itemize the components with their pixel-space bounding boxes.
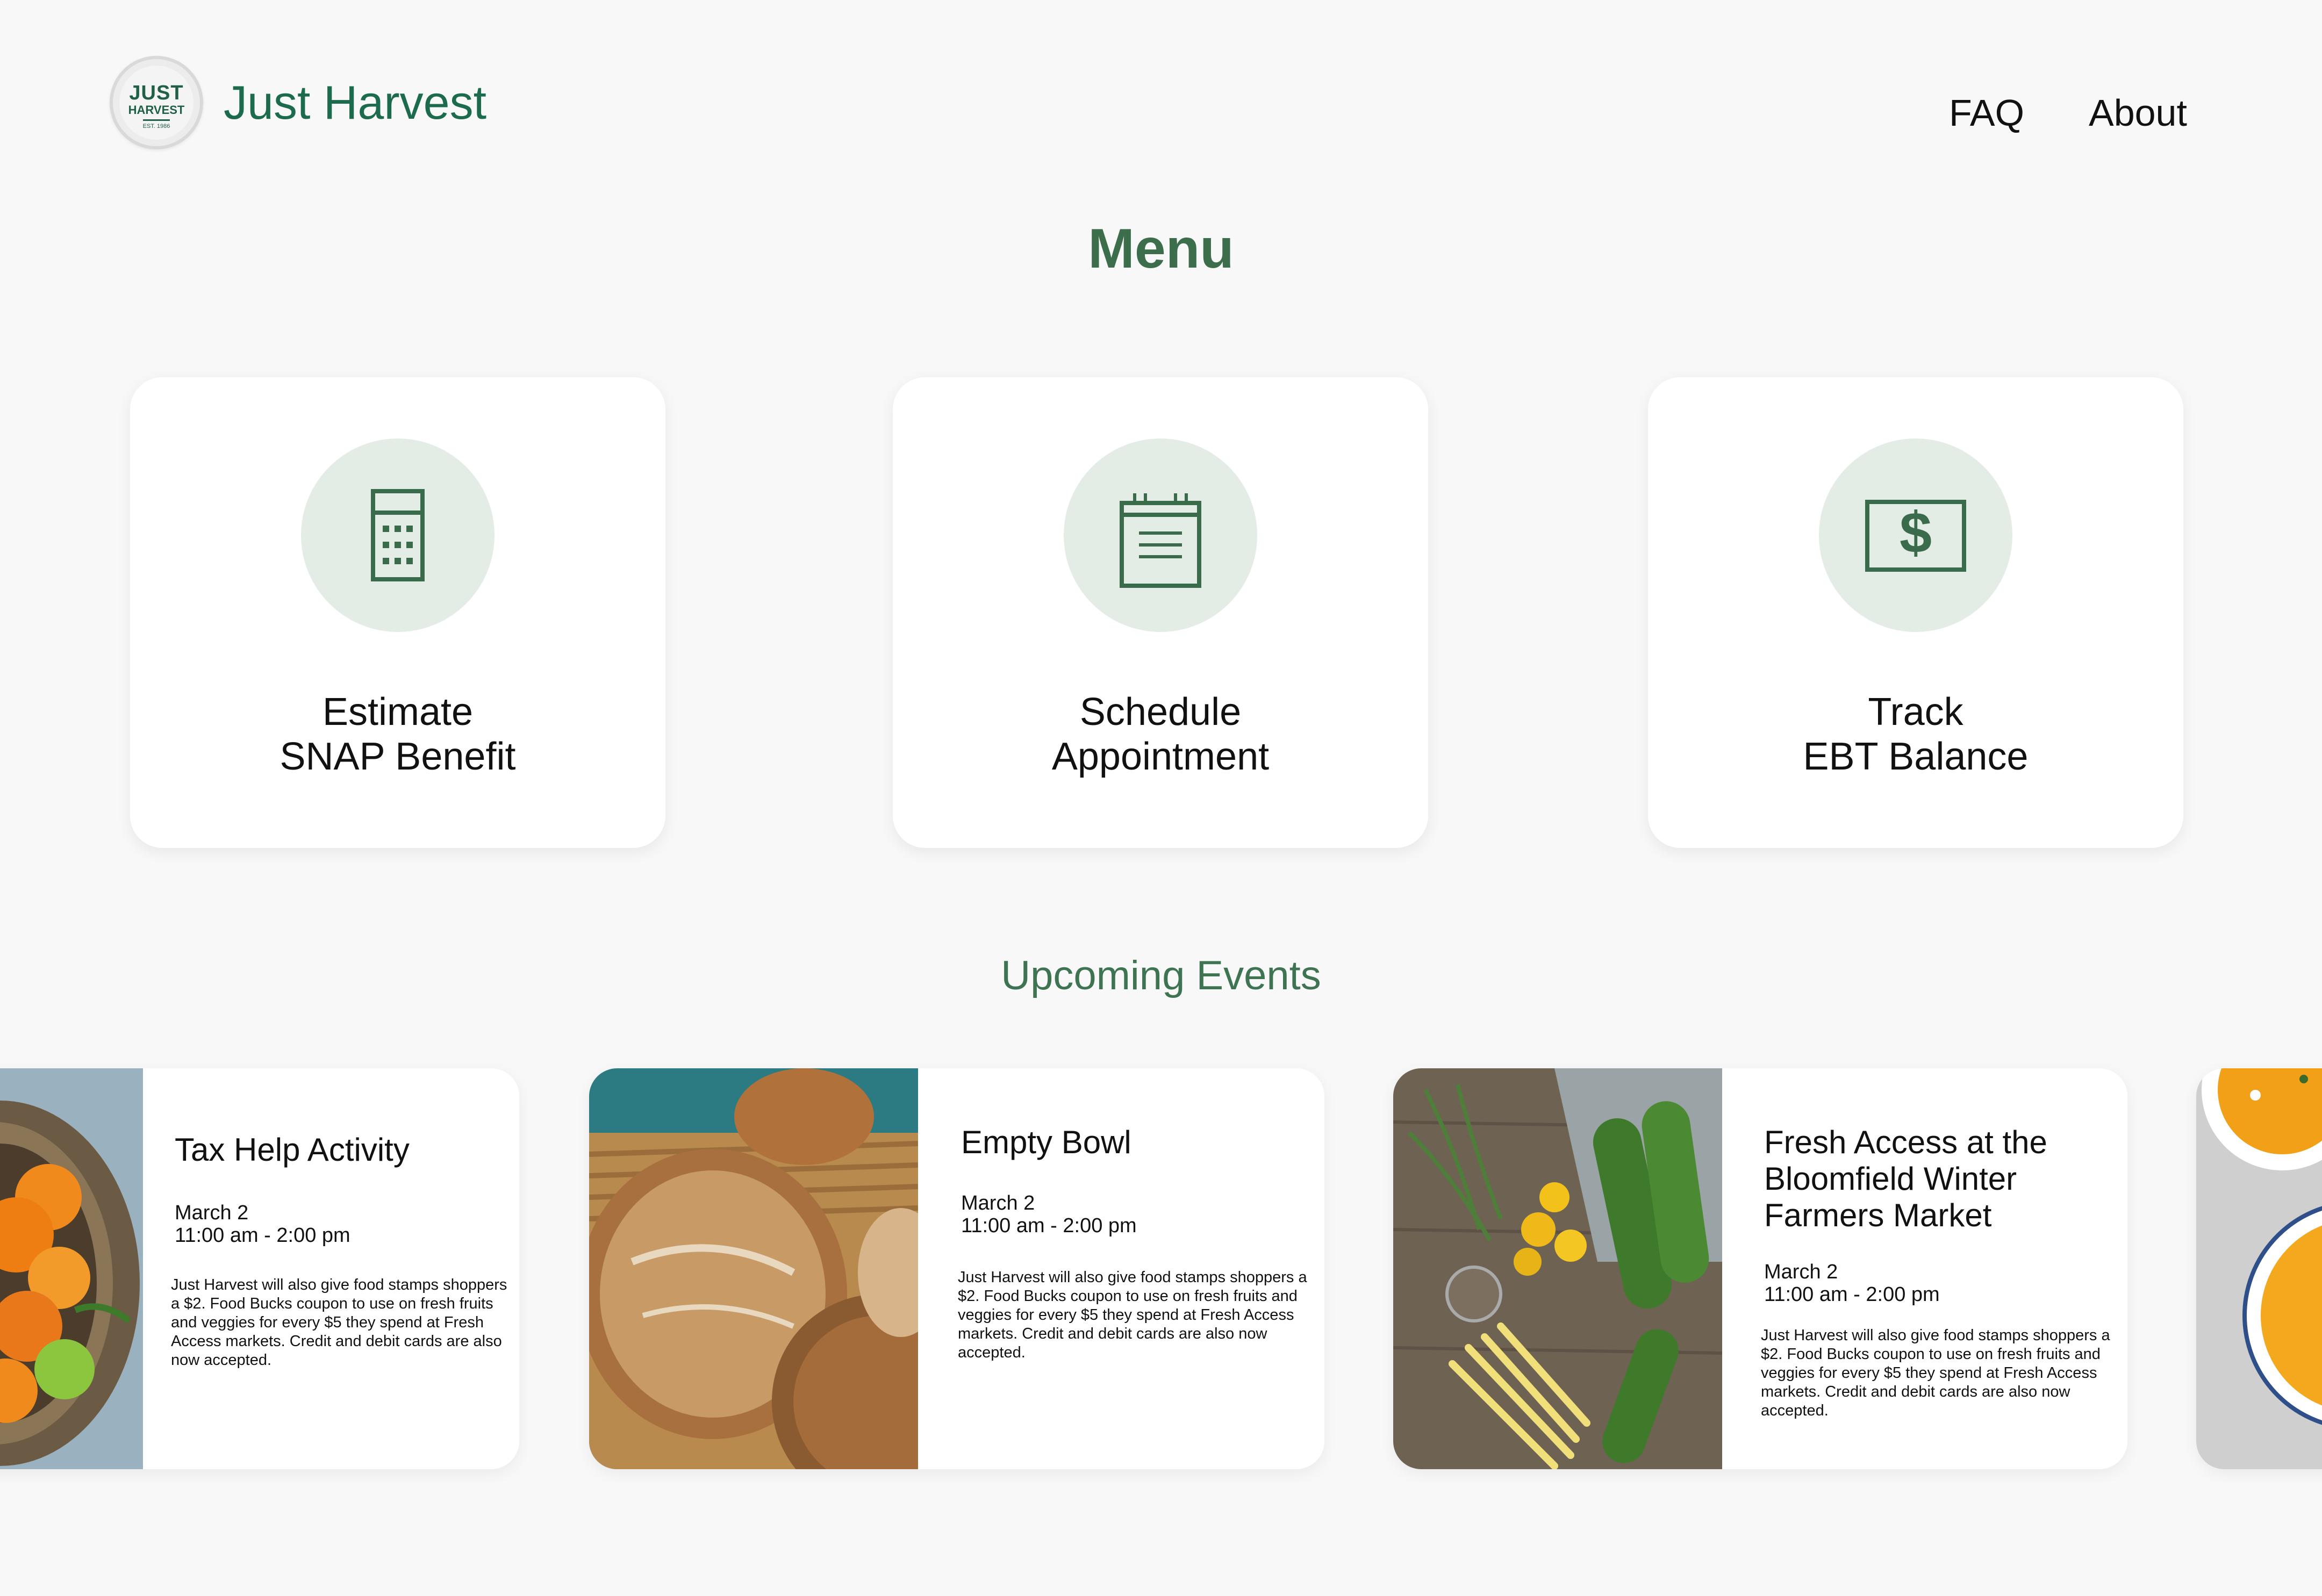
nav-link-about[interactable]: About [2089, 91, 2187, 134]
menu-card-schedule-appointment[interactable]: Schedule Appointment [893, 377, 1428, 848]
menu-card-label: Estimate [322, 691, 474, 734]
bread-loaves-photo [589, 1068, 918, 1469]
event-description: Just Harvest will also give food stamps … [171, 1276, 507, 1369]
event-description: Just Harvest will also give food stamps … [958, 1269, 1307, 1361]
event-date: March 2 [1764, 1261, 1838, 1283]
event-card-empty-bowl[interactable]: Empty Bowl March 2 11:00 am - 2:00 pm Ju… [589, 1068, 1324, 1469]
section-title-upcoming-events: Upcoming Events [1001, 953, 1321, 998]
event-title: Empty Bowl [961, 1124, 1131, 1160]
icon-circle [301, 438, 494, 632]
menu-card-label: Schedule [1079, 691, 1242, 734]
calculator-icon [371, 489, 425, 581]
menu-card-track-ebt[interactable]: $ Track EBT Balance [1648, 377, 2183, 848]
nav-link-faq[interactable]: FAQ [1949, 91, 2024, 134]
event-time: 11:00 am - 2:00 pm [961, 1214, 1137, 1237]
soup-bowls-photo [2196, 1068, 2322, 1469]
menu-card-label: Track [1868, 691, 1963, 734]
dollar-bill-icon: $ [1865, 500, 1966, 572]
event-title: Tax Help Activity [175, 1132, 410, 1168]
logo-text-line2: HARVEST [128, 103, 185, 117]
event-date: March 2 [175, 1202, 249, 1224]
event-title: Fresh Access at the Bloomfield Winter Fa… [1764, 1124, 2047, 1233]
fruit-basket-photo [0, 1068, 143, 1469]
menu-card-label: SNAP Benefit [280, 735, 516, 778]
event-card-tax-help[interactable]: Tax Help Activity March 2 11:00 am - 2:0… [0, 1068, 519, 1469]
icon-circle: $ [1819, 438, 2012, 632]
page-title: Menu [1088, 218, 1234, 280]
menu-card-label: EBT Balance [1803, 735, 2029, 778]
logo-mark: JUST HARVEST EST. 1986 [119, 66, 194, 140]
event-time: 11:00 am - 2:00 pm [1764, 1283, 1940, 1306]
logo-badge[interactable]: JUST HARVEST EST. 1986 [110, 56, 203, 149]
event-time: 11:00 am - 2:00 pm [175, 1224, 350, 1247]
logo-rule [143, 119, 170, 121]
logo-text-line1: JUST [129, 82, 184, 104]
brand-name[interactable]: Just Harvest [224, 75, 486, 130]
event-card-partial[interactable] [2196, 1068, 2322, 1469]
logo-text-line3: EST. 1986 [142, 123, 170, 130]
event-date: March 2 [961, 1192, 1035, 1214]
svg-text:$: $ [1900, 500, 1932, 565]
event-description: Just Harvest will also give food stamps … [1761, 1327, 2110, 1419]
event-card-fresh-access[interactable]: Fresh Access at the Bloomfield Winter Fa… [1393, 1068, 2127, 1469]
icon-circle [1064, 438, 1257, 632]
menu-card-label: Appointment [1051, 735, 1270, 778]
menu-card-estimate-snap[interactable]: Estimate SNAP Benefit [130, 377, 665, 848]
vegetables-photo [1393, 1068, 1722, 1469]
calendar-icon [1120, 493, 1201, 588]
